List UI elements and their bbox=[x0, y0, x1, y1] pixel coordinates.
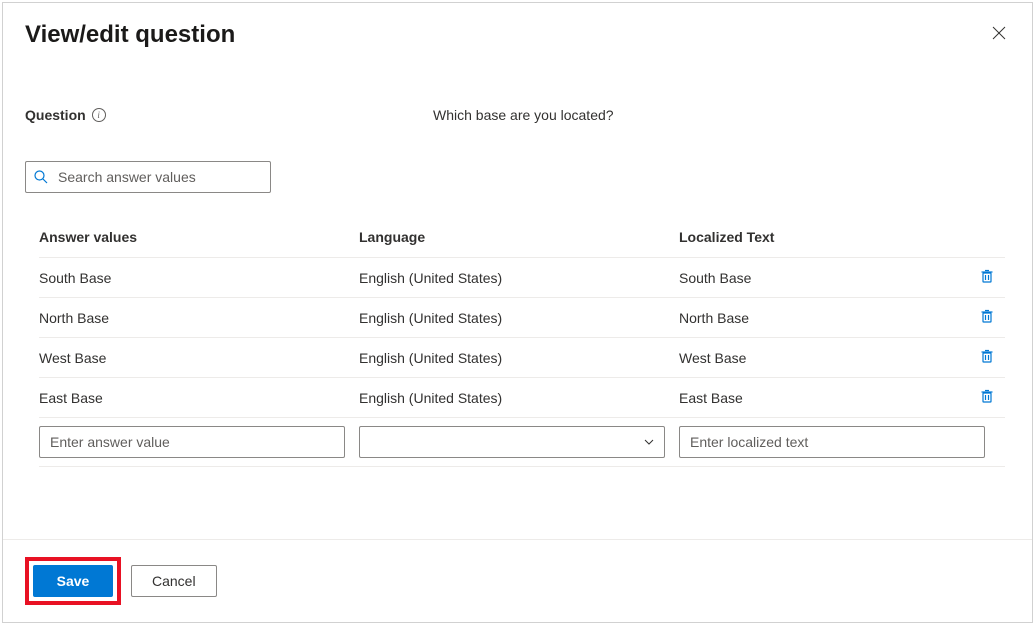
view-edit-question-panel: View/edit question Question i Which base… bbox=[2, 2, 1033, 623]
delete-row-button[interactable] bbox=[977, 306, 997, 329]
col-header-answer-values[interactable]: Answer values bbox=[39, 229, 359, 245]
info-icon[interactable]: i bbox=[92, 108, 106, 122]
trash-icon bbox=[979, 388, 995, 407]
question-label-wrap: Question i bbox=[25, 107, 433, 123]
language-select[interactable] bbox=[359, 426, 665, 458]
cell-localized-text: East Base bbox=[679, 390, 969, 406]
trash-icon bbox=[979, 268, 995, 287]
cell-answer-value: West Base bbox=[39, 350, 359, 366]
question-row: Question i Which base are you located? bbox=[25, 107, 1010, 123]
cell-language: English (United States) bbox=[359, 310, 679, 326]
close-icon bbox=[992, 26, 1006, 40]
cell-localized-text: South Base bbox=[679, 270, 969, 286]
cancel-button[interactable]: Cancel bbox=[131, 565, 217, 597]
answer-value-input[interactable] bbox=[39, 426, 345, 458]
panel-content: Question i Which base are you located? A… bbox=[3, 107, 1032, 467]
col-header-actions bbox=[969, 229, 1005, 245]
cell-answer-value: North Base bbox=[39, 310, 359, 326]
language-select-wrap bbox=[359, 426, 665, 458]
cell-actions bbox=[969, 386, 1005, 409]
localized-text-input[interactable] bbox=[679, 426, 985, 458]
search-wrap bbox=[25, 161, 271, 193]
table-row[interactable]: West Base English (United States) West B… bbox=[39, 338, 1005, 378]
trash-icon bbox=[979, 308, 995, 327]
cell-answer-value: South Base bbox=[39, 270, 359, 286]
cell-language: English (United States) bbox=[359, 350, 679, 366]
close-button[interactable] bbox=[988, 21, 1010, 47]
table-row[interactable]: East Base English (United States) East B… bbox=[39, 378, 1005, 418]
question-text: Which base are you located? bbox=[433, 107, 614, 123]
save-highlight-box: Save bbox=[25, 557, 121, 605]
cell-language: English (United States) bbox=[359, 270, 679, 286]
delete-row-button[interactable] bbox=[977, 386, 997, 409]
search-input[interactable] bbox=[25, 161, 271, 193]
panel-title: View/edit question bbox=[25, 21, 235, 49]
delete-row-button[interactable] bbox=[977, 266, 997, 289]
panel-footer: Save Cancel bbox=[3, 539, 1032, 622]
cell-actions bbox=[969, 346, 1005, 369]
table-row[interactable]: North Base English (United States) North… bbox=[39, 298, 1005, 338]
question-label: Question bbox=[25, 107, 86, 123]
cell-actions bbox=[969, 266, 1005, 289]
table-input-row bbox=[39, 418, 1005, 467]
panel-header: View/edit question bbox=[3, 3, 1032, 49]
table-row[interactable]: South Base English (United States) South… bbox=[39, 258, 1005, 298]
table-header: Answer values Language Localized Text bbox=[39, 229, 1005, 258]
trash-icon bbox=[979, 348, 995, 367]
delete-row-button[interactable] bbox=[977, 346, 997, 369]
cell-language: English (United States) bbox=[359, 390, 679, 406]
col-header-localized-text[interactable]: Localized Text bbox=[679, 229, 969, 245]
table-body: South Base English (United States) South… bbox=[39, 258, 1005, 418]
save-button[interactable]: Save bbox=[33, 565, 113, 597]
cell-answer-value: East Base bbox=[39, 390, 359, 406]
answer-values-table: Answer values Language Localized Text So… bbox=[39, 229, 1005, 467]
cell-localized-text: West Base bbox=[679, 350, 969, 366]
col-header-language[interactable]: Language bbox=[359, 229, 679, 245]
cell-localized-text: North Base bbox=[679, 310, 969, 326]
cell-actions bbox=[969, 306, 1005, 329]
